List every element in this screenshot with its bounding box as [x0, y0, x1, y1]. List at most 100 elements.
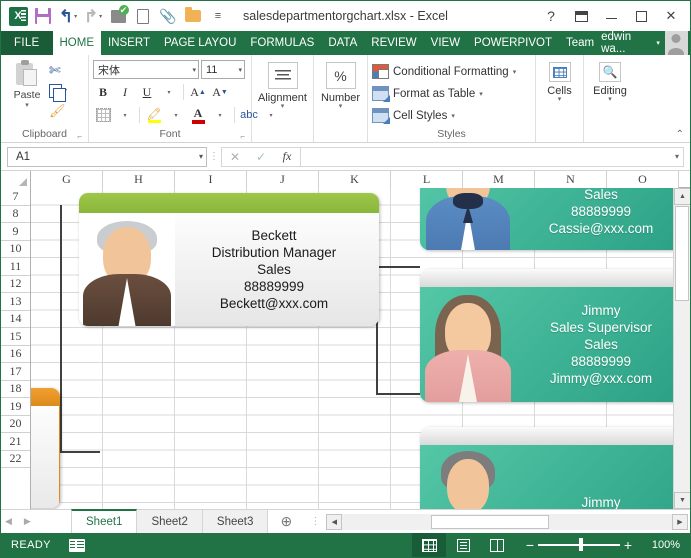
chevron-down-icon[interactable]: ▾	[281, 104, 285, 110]
column-header-O[interactable]: O	[607, 171, 679, 188]
vertical-scroll-thumb[interactable]	[675, 206, 689, 301]
tab-page-layout[interactable]: PAGE LAYOU	[157, 31, 243, 55]
format-painter-button[interactable]: 🖌	[49, 102, 67, 119]
prev-sheet-icon[interactable]: ◀	[5, 516, 12, 527]
row-header-13[interactable]: 13	[1, 293, 30, 311]
zoom-handle[interactable]	[579, 538, 583, 551]
column-header-K[interactable]: K	[319, 171, 391, 188]
ribbon-group-cells[interactable]: Cells ▾	[536, 55, 584, 142]
chevron-down-icon[interactable]: ▾	[339, 104, 343, 110]
tab-team[interactable]: Team	[559, 31, 601, 55]
row-header-16[interactable]: 16	[1, 346, 30, 364]
view-page-layout-button[interactable]	[446, 533, 480, 557]
row-header-10[interactable]: 10	[1, 241, 30, 259]
sheet-tab-sheet3[interactable]: Sheet3	[203, 510, 268, 533]
row-header-19[interactable]: 19	[1, 398, 30, 416]
editing-button[interactable]: 🔍 Editing ▾	[588, 60, 632, 103]
row-header-8[interactable]: 8	[1, 206, 30, 224]
row-header-20[interactable]: 20	[1, 416, 30, 434]
row-header-15[interactable]: 15	[1, 328, 30, 346]
scroll-right-button[interactable]: ▶	[672, 514, 688, 530]
tab-file[interactable]: FILE	[1, 31, 53, 55]
tab-review[interactable]: REVIEW	[364, 31, 423, 55]
borders-dropdown-icon[interactable]: ▾	[115, 105, 135, 125]
redo-icon[interactable]: ↱▾	[81, 4, 105, 28]
fill-color-button[interactable]: 🖍	[144, 105, 164, 125]
column-header-M[interactable]: M	[463, 171, 535, 188]
minimize-button[interactable]	[596, 3, 626, 29]
help-button[interactable]: ?	[536, 3, 566, 29]
vertical-scrollbar[interactable]: ▲ ▼	[673, 188, 690, 509]
row-header-22[interactable]: 22	[1, 451, 30, 469]
org-card-jimmy[interactable]: Jimmy Sales Supervisor Sales 88889999 Ji…	[420, 269, 673, 402]
scroll-up-button[interactable]: ▲	[674, 188, 690, 205]
number-button[interactable]: % Number ▾	[318, 60, 363, 110]
new-document-icon[interactable]	[131, 4, 155, 28]
cancel-formula-button[interactable]: ✕	[222, 150, 248, 164]
org-card-jimmy-2[interactable]: Jimmy	[420, 427, 673, 509]
alignment-button[interactable]: Alignment ▾	[256, 60, 309, 110]
user-account[interactable]: edwin wa... ▾	[601, 31, 690, 55]
font-color-dropdown-icon[interactable]: ▾	[210, 105, 230, 125]
grow-font-button[interactable]: A▲	[188, 82, 208, 102]
scroll-left-button[interactable]: ◀	[326, 514, 342, 530]
chevron-down-icon[interactable]: ▾	[558, 97, 562, 103]
undo-icon[interactable]: ↰▾	[56, 4, 80, 28]
scroll-down-button[interactable]: ▼	[674, 492, 690, 509]
font-size-combo[interactable]: 11 ▾	[201, 60, 245, 79]
enter-formula-button[interactable]: ✓	[248, 150, 274, 164]
column-header-N[interactable]: N	[535, 171, 607, 188]
ribbon-display-options-icon[interactable]	[566, 3, 596, 29]
cells-area[interactable]: Beckett Distribution Manager Sales 88889…	[31, 188, 673, 509]
row-header-7[interactable]: 7	[1, 188, 30, 206]
underline-button[interactable]: U	[137, 82, 157, 102]
collapse-ribbon-icon[interactable]: ⌃	[676, 129, 684, 140]
ribbon-group-alignment[interactable]: Alignment ▾	[252, 55, 314, 142]
tab-home[interactable]: HOME	[53, 31, 102, 55]
fill-color-dropdown-icon[interactable]: ▾	[166, 105, 186, 125]
select-all-button[interactable]	[1, 171, 31, 188]
zoom-in-button[interactable]: +	[620, 537, 636, 553]
sheet-tab-sheet1[interactable]: Sheet1	[71, 509, 137, 533]
sheet-resize-handle[interactable]: ⋮	[304, 516, 326, 527]
shrink-font-button[interactable]: A▼	[210, 82, 230, 102]
org-card-cassie[interactable]: Sales 88889999 Cassie@xxx.com	[420, 188, 673, 250]
print-preview-icon[interactable]	[106, 4, 130, 28]
chevron-down-icon[interactable]: ▾	[675, 152, 679, 161]
tab-view[interactable]: VIEW	[424, 31, 467, 55]
cut-button[interactable]: ✄	[49, 62, 67, 79]
chevron-down-icon[interactable]: ▾	[25, 101, 29, 109]
row-header-17[interactable]: 17	[1, 363, 30, 381]
tab-data[interactable]: DATA	[321, 31, 364, 55]
next-sheet-icon[interactable]: ▶	[24, 516, 31, 527]
zoom-level-label[interactable]: 100%	[646, 539, 680, 551]
close-button[interactable]: ✕	[656, 3, 686, 29]
horizontal-scroll-thumb[interactable]	[431, 515, 549, 529]
cells-button[interactable]: Cells ▾	[540, 60, 579, 103]
row-header-11[interactable]: 11	[1, 258, 30, 276]
dialog-launcher-icon[interactable]: ⌐	[77, 132, 82, 141]
copy-button[interactable]: ▾	[49, 82, 67, 99]
column-header-G[interactable]: G	[31, 171, 103, 188]
font-color-button[interactable]: A	[188, 105, 208, 125]
column-header-L[interactable]: L	[391, 171, 463, 188]
column-header-I[interactable]: I	[175, 171, 247, 188]
zoom-track[interactable]	[538, 544, 620, 546]
zoom-slider[interactable]: − +	[522, 537, 636, 553]
row-header-12[interactable]: 12	[1, 276, 30, 294]
org-card-beckett[interactable]: Beckett Distribution Manager Sales 88889…	[79, 193, 379, 326]
column-header-H[interactable]: H	[103, 171, 175, 188]
cell-styles-button[interactable]: Cell Styles ▾	[372, 106, 516, 125]
horizontal-scrollbar[interactable]: ◀ ▶	[326, 514, 688, 530]
chevron-down-icon[interactable]: ▾	[608, 97, 612, 103]
customize-qat-icon[interactable]: ≡	[206, 4, 230, 28]
formula-input[interactable]: ▾	[300, 147, 684, 167]
tab-powerpivot[interactable]: POWERPIVOT	[467, 31, 559, 55]
view-normal-button[interactable]	[412, 533, 446, 557]
italic-button[interactable]: I	[115, 82, 135, 102]
tab-insert[interactable]: INSERT	[101, 31, 157, 55]
row-header-9[interactable]: 9	[1, 223, 30, 241]
bold-button[interactable]: B	[93, 82, 113, 102]
save-icon[interactable]	[31, 4, 55, 28]
open-folder-icon[interactable]	[181, 4, 205, 28]
